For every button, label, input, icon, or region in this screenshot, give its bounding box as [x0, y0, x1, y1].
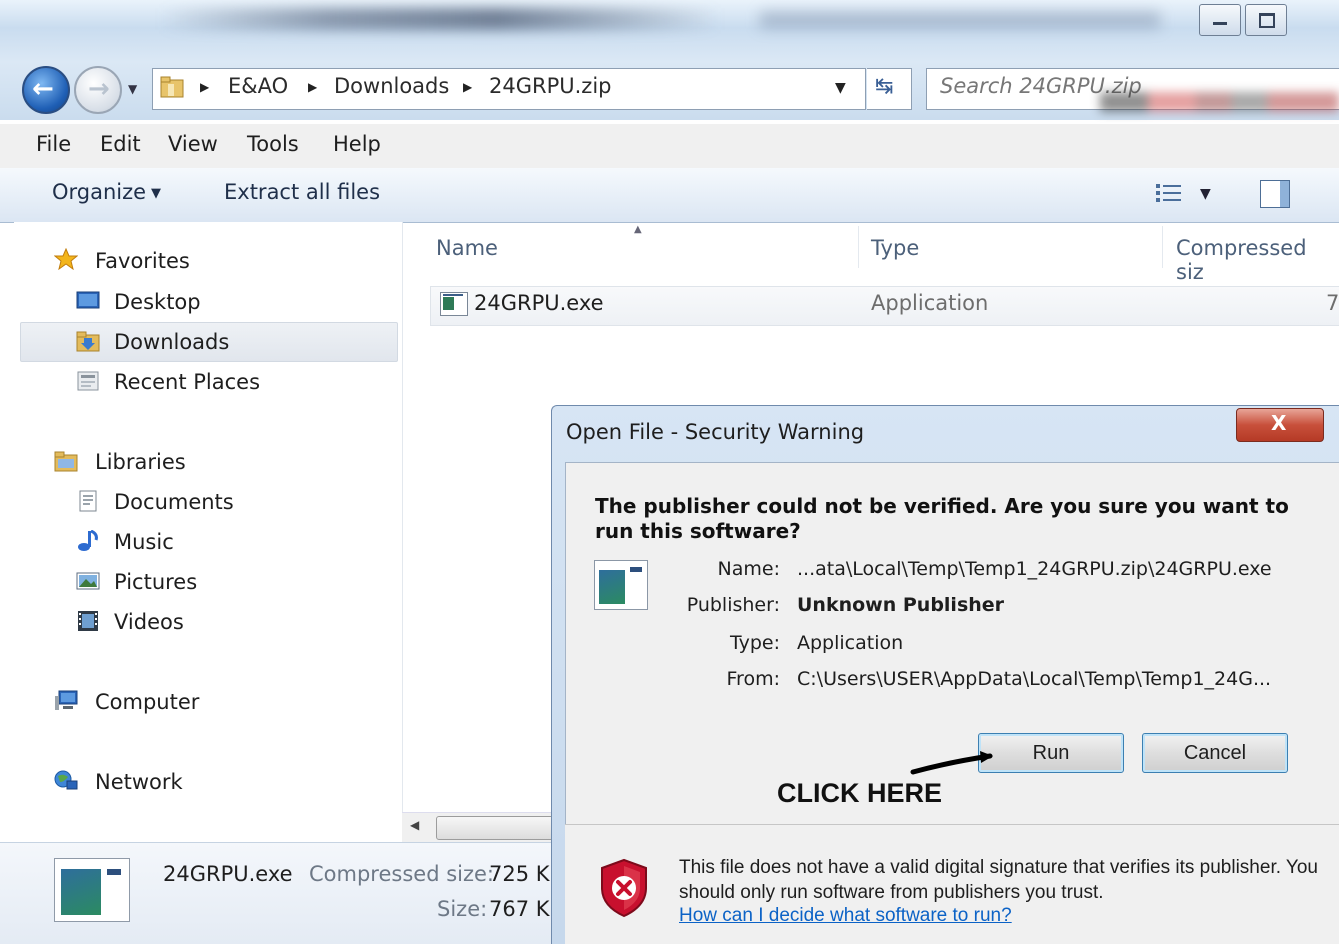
nav-desktop[interactable]: Desktop	[114, 290, 201, 314]
folder-icon	[160, 76, 184, 98]
signature-warning-text: This file does not have a valid digital …	[679, 857, 1318, 903]
file-type: Application	[871, 291, 989, 315]
nav-documents[interactable]: Documents	[114, 490, 234, 514]
dialog-title: Open File - Security Warning	[566, 420, 865, 444]
breadcrumb-separator[interactable]: ▶	[308, 80, 317, 94]
scroll-left-icon[interactable]: ◀	[410, 818, 419, 832]
documents-icon	[79, 490, 97, 512]
desktop-icon	[76, 291, 100, 309]
nav-computer[interactable]: Computer	[95, 690, 199, 714]
help-link[interactable]: How can I decide what software to run?	[679, 905, 1012, 927]
dialog-close-button[interactable]: X	[1236, 408, 1324, 442]
downloads-folder-icon	[76, 331, 100, 352]
column-header-name[interactable]: Name	[436, 236, 498, 260]
details-compressed-label: Compressed size:	[309, 862, 494, 886]
breadcrumb-zip[interactable]: 24GRPU.zip	[489, 74, 611, 98]
sort-ascending-icon: ▲	[634, 224, 642, 235]
breadcrumb-separator[interactable]: ▶	[200, 80, 209, 94]
extract-all-button[interactable]: Extract all files	[224, 180, 380, 204]
breadcrumb-separator[interactable]: ▶	[463, 80, 472, 94]
file-name[interactable]: 24GRPU.exe	[474, 291, 604, 315]
field-value-publisher: Unknown Publisher	[797, 594, 1005, 616]
field-label-name: Name:	[717, 558, 780, 580]
organize-dropdown-icon[interactable]: ▼	[151, 186, 161, 201]
pictures-icon	[76, 572, 100, 590]
titlebar-blur	[760, 12, 1160, 28]
music-icon	[78, 530, 98, 551]
dialog-heading: The publisher could not be verified. Are…	[595, 494, 1289, 543]
nav-recent-places[interactable]: Recent Places	[114, 370, 260, 394]
forward-button[interactable]: →	[74, 66, 122, 114]
star-icon	[54, 248, 78, 270]
run-button[interactable]: Run	[978, 733, 1124, 773]
details-filename: 24GRPU.exe	[163, 862, 293, 886]
network-icon	[54, 770, 78, 790]
field-value-name: ...ata\Local\Temp\Temp1_24GRPU.zip\24GRP…	[797, 558, 1272, 580]
computer-icon	[55, 690, 78, 710]
nav-libraries[interactable]: Libraries	[95, 450, 186, 474]
libraries-icon	[54, 451, 78, 472]
field-label-from: From:	[726, 668, 780, 690]
file-compressed-size: 7	[1326, 291, 1339, 315]
nav-downloads[interactable]: Downloads	[114, 330, 229, 354]
search-blur	[1100, 92, 1339, 112]
breadcrumb-downloads[interactable]: Downloads	[334, 74, 449, 98]
nav-network[interactable]: Network	[95, 770, 183, 794]
address-dropdown[interactable]: ▼	[835, 80, 846, 96]
field-value-type: Application	[797, 632, 904, 654]
field-value-from: C:\Users\USER\AppData\Local\Temp\Temp1_2…	[797, 668, 1272, 690]
menu-edit[interactable]: Edit	[100, 132, 141, 156]
field-label-publisher: Publisher:	[686, 594, 780, 616]
videos-icon	[78, 611, 98, 631]
minimize-button[interactable]	[1199, 4, 1241, 36]
scrollbar-thumb[interactable]	[436, 816, 564, 840]
details-size-label: Size:	[437, 897, 488, 921]
column-divider[interactable]	[858, 226, 859, 268]
titlebar-blur	[160, 8, 720, 30]
menu-view[interactable]: View	[168, 132, 218, 156]
column-divider[interactable]	[1162, 226, 1163, 268]
nav-favorites[interactable]: Favorites	[95, 249, 190, 273]
recent-places-icon	[77, 371, 99, 391]
recent-pages-dropdown[interactable]: ▼	[128, 82, 137, 96]
command-bar	[0, 168, 1339, 223]
column-header-type[interactable]: Type	[871, 236, 919, 260]
application-icon	[440, 292, 468, 316]
click-here-annotation: CLICK HERE	[777, 778, 943, 808]
nav-music[interactable]: Music	[114, 530, 174, 554]
annotation-arrow	[910, 751, 993, 775]
security-shield-icon	[601, 858, 647, 918]
organize-button[interactable]: Organize	[52, 180, 146, 204]
maximize-button[interactable]	[1245, 4, 1287, 36]
refresh-button[interactable]: ↹	[867, 68, 912, 110]
back-arrow-icon: ←	[32, 74, 54, 104]
view-options-icon[interactable]	[1155, 182, 1183, 204]
menu-tools[interactable]: Tools	[247, 132, 299, 156]
forward-arrow-icon: →	[88, 74, 110, 104]
menu-file[interactable]: File	[36, 132, 71, 156]
field-label-type: Type:	[729, 632, 780, 654]
close-icon: X	[1271, 411, 1287, 435]
application-large-icon	[54, 858, 130, 922]
column-header-compressed-size[interactable]: Compressed siz	[1176, 236, 1339, 284]
navigation-pane	[14, 222, 403, 842]
nav-videos[interactable]: Videos	[114, 610, 184, 634]
nav-pictures[interactable]: Pictures	[114, 570, 197, 594]
window-titlebar	[0, 0, 1339, 62]
menu-help[interactable]: Help	[333, 132, 381, 156]
cancel-button[interactable]: Cancel	[1142, 733, 1288, 773]
back-button[interactable]: ←	[22, 66, 70, 114]
view-dropdown-icon[interactable]: ▼	[1200, 186, 1211, 202]
preview-pane-icon[interactable]	[1260, 180, 1290, 208]
refresh-icon: ↹	[875, 74, 894, 99]
breadcrumb-e-ao[interactable]: E&AO	[228, 74, 288, 98]
